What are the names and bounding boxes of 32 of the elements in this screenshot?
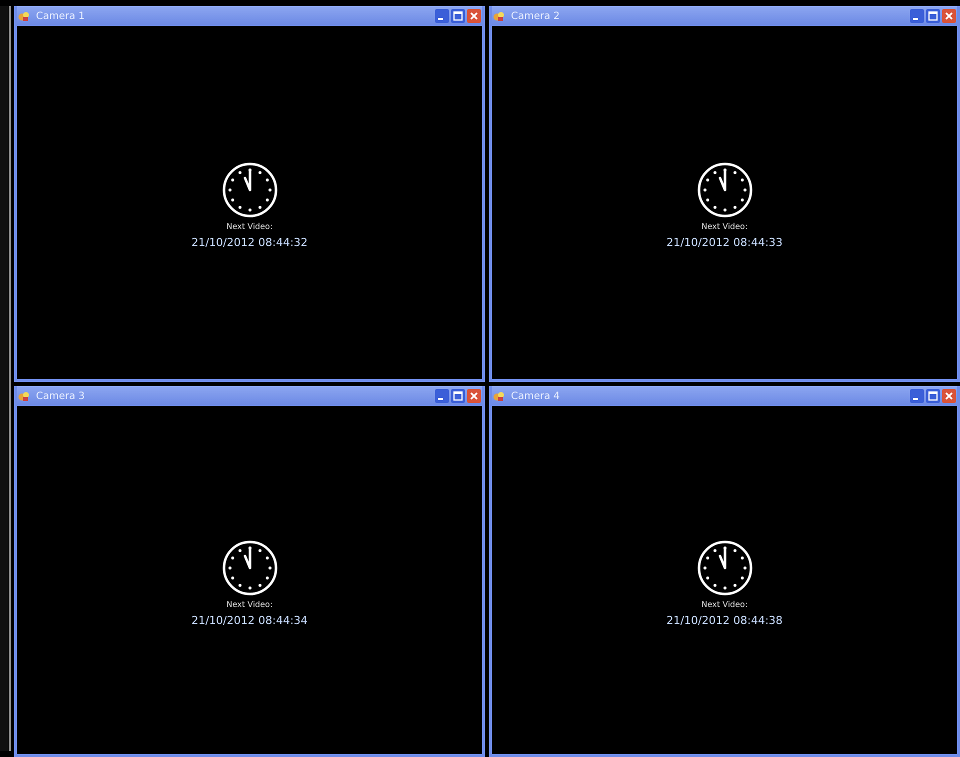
next-video-time: 21/10/2012 08:44:34 (191, 614, 308, 626)
window-title: Camera 3 (36, 390, 85, 402)
minimize-button[interactable] (435, 9, 449, 23)
next-video-label: Next Video: (701, 222, 748, 231)
camera-app-icon (18, 10, 30, 22)
close-button[interactable] (467, 389, 481, 403)
close-button[interactable] (942, 9, 956, 23)
minimize-button[interactable] (910, 9, 924, 23)
clock-icon (696, 540, 752, 596)
camera-app-icon (493, 10, 505, 22)
minimize-button[interactable] (435, 389, 449, 403)
next-video-label: Next Video: (226, 222, 273, 231)
next-video-label: Next Video: (226, 600, 273, 608)
minimize-button[interactable] (910, 389, 924, 403)
maximize-button[interactable] (926, 9, 940, 23)
close-button[interactable] (942, 389, 956, 403)
next-video-time: 21/10/2012 08:44:32 (191, 236, 308, 249)
clock-icon (222, 540, 278, 596)
window-title: Camera 1 (36, 10, 85, 22)
camera-app-icon (493, 390, 505, 402)
next-video-label: Next Video: (701, 600, 748, 608)
maximize-button[interactable] (451, 9, 465, 23)
close-button[interactable] (467, 9, 481, 23)
next-video-time: 21/10/2012 08:44:38 (666, 614, 783, 626)
window-title: Camera 2 (511, 10, 560, 22)
maximize-button[interactable] (926, 389, 940, 403)
clock-icon (696, 162, 752, 218)
camera-app-icon (18, 390, 30, 402)
maximize-button[interactable] (451, 389, 465, 403)
clock-icon (222, 162, 278, 218)
window-title: Camera 4 (511, 390, 560, 402)
next-video-time: 21/10/2012 08:44:33 (666, 236, 783, 249)
